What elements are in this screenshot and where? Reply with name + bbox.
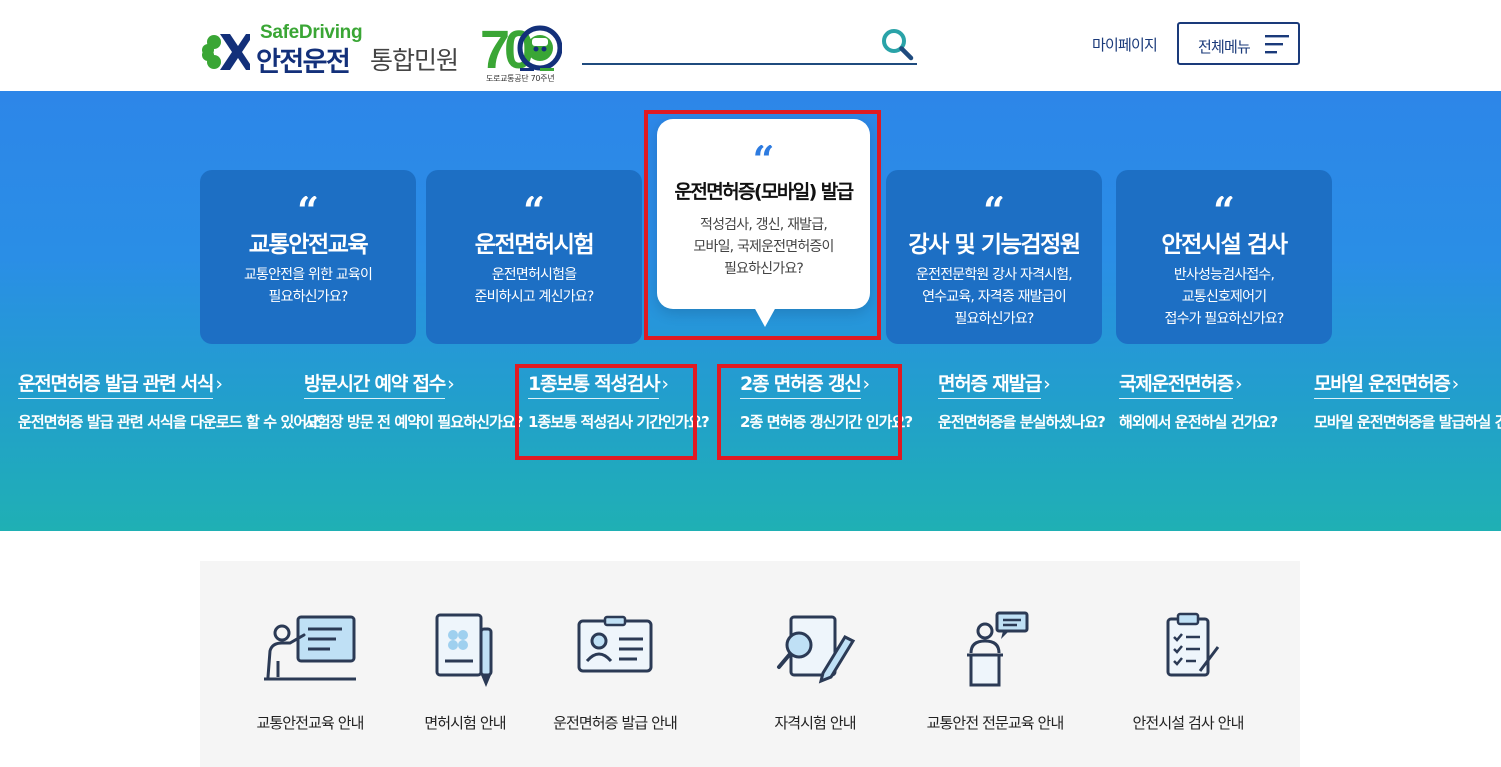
quote-icon: “ <box>297 196 319 220</box>
chevron-right-icon: › <box>661 373 670 395</box>
card-title: 교통안전교육 <box>248 232 369 258</box>
chevron-right-icon: › <box>215 373 223 395</box>
card-desc: 운전전문학원 강사 자격시험, 연수교육, 자격증 재발급이 필요하신가요? <box>916 267 1073 327</box>
link-title: 1종보통 적성검사 <box>528 369 661 399</box>
quick-item-label: 자격시험 안내 <box>774 714 856 732</box>
search-bar <box>582 26 917 65</box>
quote-icon: “ <box>1213 196 1235 220</box>
card-desc: 적성검사, 갱신, 재발급, 모바일, 국제운전면허증이 필요하신가요? <box>693 217 834 277</box>
card-license-issuance[interactable]: “ 운전면허증(모바일) 발급 적성검사, 갱신, 재발급, 모바일, 국제운전… <box>657 119 870 309</box>
card-desc: 반사성능검사접수, 교통신호제어기 접수가 필요하신가요? <box>1164 267 1284 327</box>
link-desc: 운전면허증 발급 관련 서식을 다운로드 할 수 있어요 <box>18 413 320 431</box>
hero-section: “ 교통안전교육 교통안전을 위한 교육이 필요하신가요? “ 운전면허시험 운… <box>0 91 1501 531</box>
link-title: 국제운전면허증 <box>1119 369 1234 399</box>
lecturer-icon <box>967 611 1029 687</box>
link-desc: 모바일 운전면허증을 발급하실 건가요? <box>1314 413 1501 431</box>
link-desc: 시험장 방문 전 예약이 필요하신가요? <box>304 413 523 431</box>
checklist-icon <box>1166 612 1220 677</box>
link-international-license[interactable]: 국제운전면허증 › 해외에서 운전하실 건가요? <box>1119 369 1278 433</box>
link-title: 방문시간 예약 접수 <box>304 369 446 399</box>
card-instructor-examiner[interactable]: “ 강사 및 기능검정원 운전전문학원 강사 자격시험, 연수교육, 자격증 재… <box>886 170 1102 344</box>
mypage-link[interactable]: 마이페이지 <box>1092 34 1158 55</box>
id-card-icon <box>577 615 653 673</box>
link-title: 운전면허증 발급 관련 서식 <box>18 369 215 399</box>
anniversary-caption: 도로교통공단 70주년 <box>486 74 555 83</box>
quick-item-label: 안전시설 검사 안내 <box>1132 714 1245 732</box>
card-desc: 운전면허시험을 준비하시고 계신가요? <box>474 267 594 305</box>
chevron-right-icon: › <box>1043 373 1051 395</box>
logo-sub-text: 통합민원 <box>370 46 459 75</box>
document-pen-icon <box>435 613 493 687</box>
card-traffic-safety-education[interactable]: “ 교통안전교육 교통안전을 위한 교육이 필요하신가요? <box>200 170 416 344</box>
link-mobile-license[interactable]: 모바일 운전면허증› 모바일 운전면허증을 발급하실 건가요? <box>1314 369 1501 433</box>
clover-logo-icon <box>202 34 250 70</box>
all-menu-label: 전체메뉴 <box>1198 38 1251 56</box>
quick-menu: 교통안전교육 안내 면허시험 안내 운전면허증 발급 안내 자격시험 안내 교통… <box>200 561 1300 767</box>
logo-main-text: 안전운전 <box>256 47 351 78</box>
quick-item-license-issuance[interactable]: 운전면허증 발급 안내 <box>520 611 710 741</box>
quick-item-label: 교통안전 전문교육 안내 <box>926 714 1065 732</box>
site-logo[interactable]: SafeDriving 안전운전 통합민원 70 도로교통공단 70주년 <box>200 22 562 84</box>
link-reissue[interactable]: 면허증 재발급 › 운전면허증을 분실하셨나요? <box>938 369 1106 433</box>
link-desc: 해외에서 운전하실 건가요? <box>1119 413 1278 431</box>
card-desc: 교통안전을 위한 교육이 필요하신가요? <box>243 267 373 305</box>
link-title: 2종 면허증 갱신 <box>740 369 862 399</box>
quote-icon: “ <box>523 196 545 220</box>
quote-icon: “ <box>752 145 775 169</box>
anniversary-number: 70 <box>480 22 532 80</box>
card-pointer <box>754 307 776 327</box>
link-title: 모바일 운전면허증 <box>1314 369 1451 399</box>
card-license-exam[interactable]: “ 운전면허시험 운전면허시험을 준비하시고 계신가요? <box>426 170 642 344</box>
quick-item-facility-inspection[interactable]: 안전시설 검사 안내 <box>1093 611 1283 741</box>
link-class2-renewal[interactable]: 2종 면허증 갱신 › 2종 면허증 갱신기간 인가요? <box>740 369 913 433</box>
quick-item-label: 운전면허증 발급 안내 <box>553 714 678 732</box>
link-issuance-forms[interactable]: 운전면허증 발급 관련 서식 › 운전면허증 발급 관련 서식을 다운로드 할 수… <box>18 369 320 433</box>
link-desc: 2종 면허증 갱신기간 인가요? <box>740 413 913 431</box>
search-icon[interactable] <box>879 26 915 62</box>
card-title: 운전면허증(모바일) 발급 <box>674 181 855 203</box>
quote-icon: “ <box>983 196 1005 220</box>
quick-item-professional-education[interactable]: 교통안전 전문교육 안내 <box>900 611 1090 741</box>
all-menu-button[interactable]: 전체메뉴 <box>1177 22 1300 65</box>
link-class1-aptitude-test[interactable]: 1종보통 적성검사 › 1종보통 적성검사 기간인가요? <box>528 369 710 433</box>
link-visit-reservation[interactable]: 방문시간 예약 접수 › 시험장 방문 전 예약이 필요하신가요? <box>304 369 523 433</box>
chevron-right-icon: › <box>862 373 871 395</box>
presentation-icon <box>264 615 356 681</box>
site-header: SafeDriving 안전운전 통합민원 70 도로교통공단 70주년 마이페… <box>0 0 1501 91</box>
card-safety-facility-inspection[interactable]: “ 안전시설 검사 반사성능검사접수, 교통신호제어기 접수가 필요하신가요? <box>1116 170 1332 344</box>
quick-item-qualification-exam[interactable]: 자격시험 안내 <box>720 611 910 741</box>
link-desc: 운전면허증을 분실하셨나요? <box>938 413 1106 431</box>
card-title: 안전시설 검사 <box>1161 232 1288 258</box>
chevron-right-icon: › <box>1234 373 1243 395</box>
search-input[interactable] <box>582 26 872 62</box>
card-title: 강사 및 기능검정원 <box>908 232 1081 258</box>
hamburger-menu-icon <box>1265 35 1289 54</box>
chevron-right-icon: › <box>447 373 455 395</box>
link-title: 면허증 재발급 <box>938 369 1042 399</box>
exam-search-icon <box>777 615 856 684</box>
link-desc: 1종보통 적성검사 기간인가요? <box>528 413 710 431</box>
chevron-right-icon: › <box>1451 373 1460 395</box>
card-title: 운전면허시험 <box>474 232 595 258</box>
